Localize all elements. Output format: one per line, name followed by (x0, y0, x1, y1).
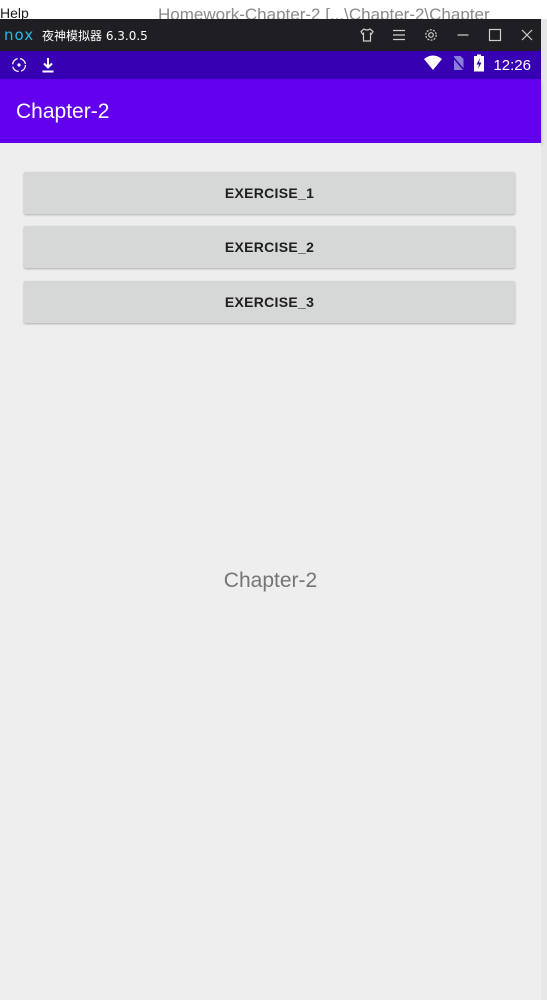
tshirt-icon[interactable] (351, 19, 383, 51)
battery-charging-icon (473, 54, 485, 77)
host-menu-text[interactable]: Help (0, 6, 29, 19)
exercise-2-button[interactable]: EXERCISE_2 (24, 226, 515, 268)
menu-icon[interactable] (383, 19, 415, 51)
emulator-window-controls (351, 19, 543, 51)
status-time: 12:26 (493, 56, 531, 74)
no-sim-icon (451, 55, 466, 76)
host-window-strip: Help Homework-Chapter-2 [...\Chapter-2\C… (0, 0, 547, 19)
minimize-icon[interactable] (447, 19, 479, 51)
host-window-title: Homework-Chapter-2 [...\Chapter-2\Chapte… (158, 6, 490, 19)
gear-icon[interactable] (415, 19, 447, 51)
app-bar: Chapter-2 (0, 79, 541, 143)
status-bar: 12:26 (0, 51, 541, 79)
exercise-1-button[interactable]: EXERCISE_1 (24, 172, 515, 214)
wifi-icon (423, 55, 443, 76)
emulator-title: 夜神模拟器 6.3.0.5 (42, 28, 148, 43)
status-indicators: 12:26 (423, 51, 531, 79)
sync-icon (10, 56, 28, 79)
exercise-3-button[interactable]: EXERCISE_3 (24, 281, 515, 323)
download-icon (40, 56, 56, 79)
nox-logo: nox (4, 26, 35, 44)
main-content: EXERCISE_1 EXERCISE_2 EXERCISE_3 Chapter… (0, 143, 541, 1000)
emulator-titlebar: nox 夜神模拟器 6.3.0.5 (0, 19, 543, 51)
emulator-side-edge (541, 19, 547, 1000)
close-icon[interactable] (511, 19, 543, 51)
app-bar-title: Chapter-2 (16, 100, 110, 123)
center-text-label: Chapter-2 (223, 569, 318, 592)
status-notifications (10, 56, 56, 79)
maximize-icon[interactable] (479, 19, 511, 51)
